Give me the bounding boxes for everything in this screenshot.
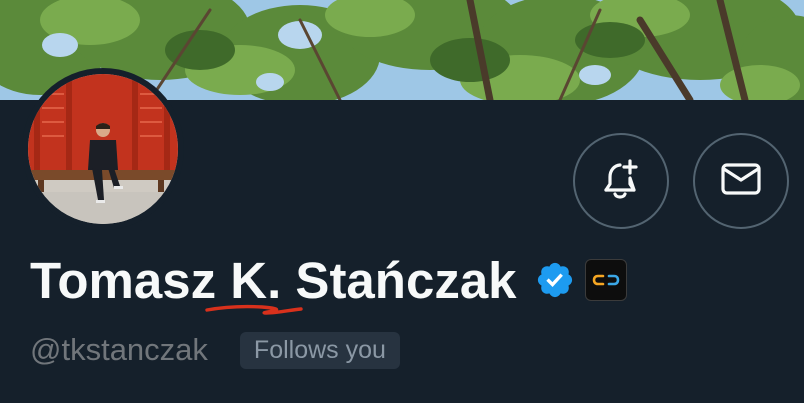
handle-row: @tkstanczak Follows you bbox=[30, 330, 400, 370]
affiliate-logo-icon[interactable] bbox=[584, 259, 627, 301]
follows-you-badge: Follows you bbox=[239, 331, 400, 369]
envelope-icon bbox=[718, 156, 764, 207]
verified-badge-icon[interactable] bbox=[535, 260, 575, 300]
avatar[interactable] bbox=[28, 74, 178, 224]
name-row: Tomasz K. Stańczak bbox=[30, 244, 627, 316]
display-name: Tomasz K. Stańczak bbox=[30, 251, 517, 309]
notify-button[interactable] bbox=[573, 133, 669, 229]
message-button[interactable] bbox=[693, 133, 789, 229]
user-handle: @tkstanczak bbox=[30, 332, 208, 367]
bell-plus-icon bbox=[598, 156, 644, 207]
